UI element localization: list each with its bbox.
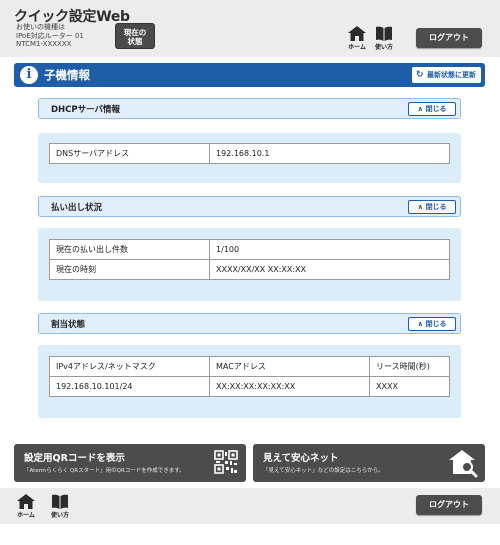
help-nav-label: 使い方 bbox=[374, 44, 393, 51]
safe-net-banner-button[interactable]: 見えて安心ネット 「見えて安心ネット」などの設定はこちらから。 bbox=[253, 444, 485, 482]
table-cell: XX:XX:XX:XX:XX:XX bbox=[209, 376, 370, 397]
home-nav-label: ホーム bbox=[348, 44, 366, 51]
dhcp-section-title: DHCPサーバ情報 bbox=[51, 105, 121, 115]
book-icon bbox=[376, 26, 392, 41]
device-info-line1: お使いの機種は bbox=[16, 23, 65, 31]
table-row: 現在の時刻 XXXX/XX/XX XX:XX:XX bbox=[49, 259, 450, 280]
current-status-label-1: 現在の bbox=[123, 28, 147, 37]
table-row: 現在の払い出し件数 1/100 bbox=[49, 239, 450, 260]
lease-section-header: 払い出し状況 ∧ 閉じる bbox=[38, 196, 461, 217]
qr-banner-subtitle: 「Atermらくらく QRスタート」用のQRコードを作成できます。 bbox=[24, 468, 185, 474]
chevron-up-icon: ∧ bbox=[417, 105, 424, 113]
lease-section-title: 払い出し状況 bbox=[51, 203, 103, 213]
refresh-label: 最新状態に更新 bbox=[427, 71, 476, 79]
assign-section-header: 割当状態 ∧ 閉じる bbox=[38, 313, 461, 334]
home-icon bbox=[348, 26, 366, 41]
dhcp-section-body: DNSサーバアドレス 192.168.10.1 bbox=[38, 133, 461, 183]
help-nav-button[interactable]: 使い方 bbox=[372, 26, 396, 51]
dhcp-close-button[interactable]: ∧ 閉じる bbox=[408, 102, 456, 116]
qr-banner-title: 設定用QRコードを表示 bbox=[24, 453, 125, 464]
top-header: クイック設定Web お使いの機種は IPoE対応ルーター 01 NTCM1-XX… bbox=[0, 0, 500, 57]
info-icon: i bbox=[20, 66, 38, 84]
bottom-spacer bbox=[0, 524, 500, 545]
table-row: 192.168.10.101/24 XX:XX:XX:XX:XX:XX XXXX bbox=[49, 376, 450, 397]
device-info-line2: IPoE対応ルーター 01 bbox=[16, 31, 84, 40]
current-status-label-2: 状態 bbox=[127, 37, 143, 46]
dhcp-close-label: 閉じる bbox=[425, 105, 447, 113]
table-cell-label: 現在の払い出し件数 bbox=[49, 239, 210, 260]
table-header-cell: MACアドレス bbox=[209, 356, 370, 377]
footer-home-label: ホーム bbox=[17, 512, 35, 519]
table-row: DNSサーバアドレス 192.168.10.1 bbox=[49, 143, 450, 164]
dhcp-table: DNSサーバアドレス 192.168.10.1 bbox=[49, 143, 450, 164]
home-icon bbox=[17, 494, 35, 509]
footer-home-button[interactable]: ホーム bbox=[14, 494, 38, 519]
current-status-button[interactable]: 現在の 状態 bbox=[115, 23, 155, 49]
table-cell: 192.168.10.101/24 bbox=[49, 376, 210, 397]
table-cell-value: 192.168.10.1 bbox=[209, 143, 450, 164]
refresh-icon: ↻ bbox=[416, 70, 424, 80]
refresh-button[interactable]: ↻ 最新状態に更新 bbox=[412, 67, 481, 83]
lease-table: 現在の払い出し件数 1/100 現在の時刻 XXXX/XX/XX XX:XX:X… bbox=[49, 239, 450, 280]
safe-banner-title: 見えて安心ネット bbox=[263, 453, 339, 464]
table-cell-value: XXXX/XX/XX XX:XX:XX bbox=[209, 259, 450, 280]
table-header-row: IPv4アドレス/ネットマスク MACアドレス リース時間(秒) bbox=[49, 356, 450, 377]
table-header-cell: IPv4アドレス/ネットマスク bbox=[49, 356, 210, 377]
lease-close-button[interactable]: ∧ 閉じる bbox=[408, 200, 456, 214]
safe-banner-subtitle: 「見えて安心ネット」などの設定はこちらから。 bbox=[263, 468, 384, 474]
bottom-footer: ホーム 使い方 ログアウト bbox=[0, 488, 500, 524]
page-title: 子機情報 bbox=[44, 68, 90, 82]
chevron-up-icon: ∧ bbox=[417, 203, 424, 211]
assign-section-title: 割当状態 bbox=[51, 320, 86, 330]
logout-button[interactable]: ログアウト bbox=[416, 28, 482, 48]
home-search-icon bbox=[449, 450, 478, 478]
footer-help-label: 使い方 bbox=[50, 512, 69, 519]
table-cell-label: DNSサーバアドレス bbox=[49, 143, 210, 164]
dhcp-section-header: DHCPサーバ情報 ∧ 閉じる bbox=[38, 98, 461, 119]
assign-table: IPv4アドレス/ネットマスク MACアドレス リース時間(秒) 192.168… bbox=[49, 356, 450, 397]
lease-section-body: 現在の払い出し件数 1/100 現在の時刻 XXXX/XX/XX XX:XX:X… bbox=[38, 228, 461, 301]
device-info: お使いの機種は IPoE対応ルーター 01 NTCM1-XXXXXX bbox=[16, 23, 84, 49]
chevron-up-icon: ∧ bbox=[417, 320, 424, 328]
qr-code-icon bbox=[214, 450, 238, 474]
assign-close-button[interactable]: ∧ 閉じる bbox=[408, 317, 456, 331]
table-cell-label: 現在の時刻 bbox=[49, 259, 210, 280]
page-title-bar: i 子機情報 ↻ 最新状態に更新 bbox=[14, 63, 485, 87]
table-header-cell: リース時間(秒) bbox=[369, 356, 450, 377]
device-info-line3: NTCM1-XXXXXX bbox=[16, 40, 72, 48]
assign-section-body: IPv4アドレス/ネットマスク MACアドレス リース時間(秒) 192.168… bbox=[38, 345, 461, 418]
lease-close-label: 閉じる bbox=[425, 203, 447, 211]
assign-close-label: 閉じる bbox=[425, 320, 447, 328]
footer-help-button[interactable]: 使い方 bbox=[48, 494, 72, 519]
footer-logout-button[interactable]: ログアウト bbox=[416, 495, 482, 515]
home-nav-button[interactable]: ホーム bbox=[345, 26, 369, 51]
table-cell-value: 1/100 bbox=[209, 239, 450, 260]
qr-code-banner-button[interactable]: 設定用QRコードを表示 「Atermらくらく QRスタート」用のQRコードを作成… bbox=[14, 444, 246, 482]
book-icon bbox=[52, 494, 68, 509]
table-cell: XXXX bbox=[369, 376, 450, 397]
